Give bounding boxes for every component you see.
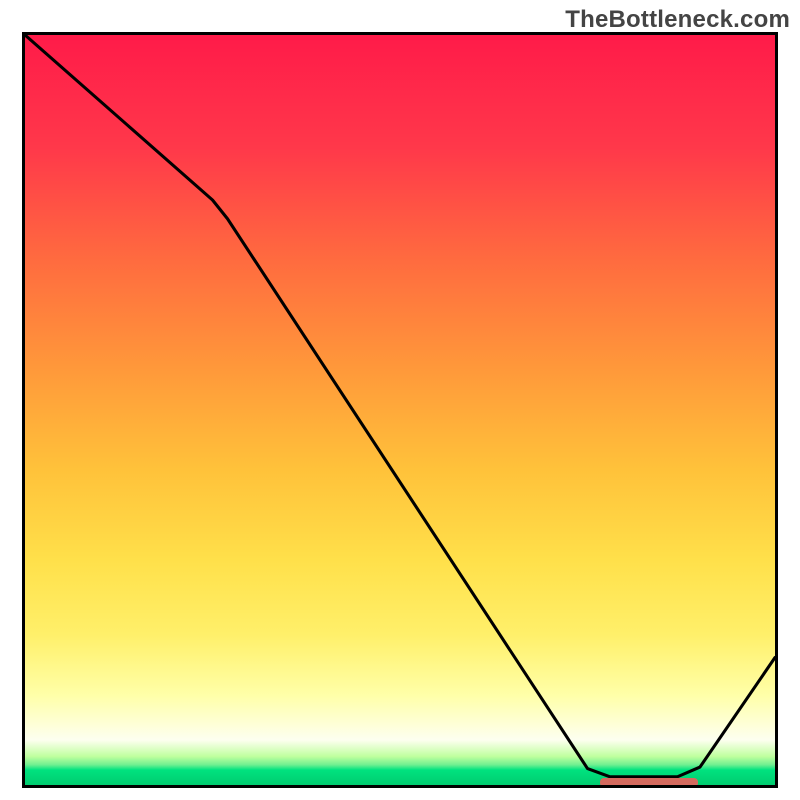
curve-path: [25, 35, 775, 777]
bottleneck-curve: [25, 35, 775, 785]
chart-stage: TheBottleneck.com: [0, 0, 800, 800]
watermark-text: TheBottleneck.com: [565, 6, 790, 34]
optimal-range-marker: [600, 778, 698, 787]
plot-frame: [22, 32, 778, 788]
